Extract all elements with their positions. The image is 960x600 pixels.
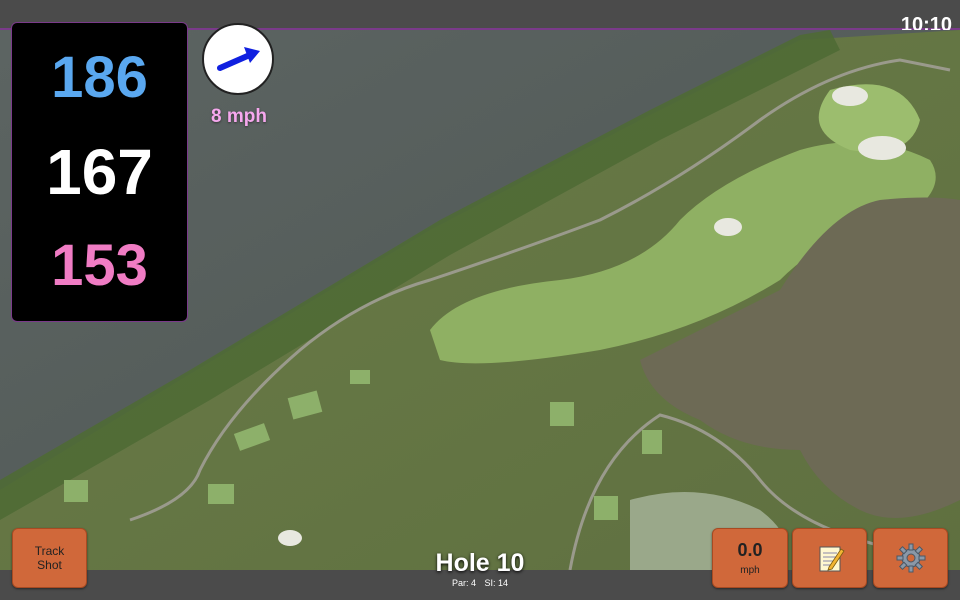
speed-button[interactable]: 0.0 mph	[712, 528, 788, 588]
hole-meta: Par: 4 SI: 14	[380, 578, 580, 588]
back-distance: 186	[51, 45, 148, 111]
gear-icon	[896, 543, 925, 573]
wind-direction-indicator	[202, 23, 274, 95]
hole-par: Par: 4	[451, 578, 476, 588]
hole-title: Hole 10	[435, 549, 525, 577]
speed-value: 0.0	[737, 540, 763, 560]
distance-panel: 186 167 153	[11, 22, 188, 322]
track-shot-button[interactable]: Track Shot	[12, 528, 87, 588]
speed-unit: mph	[740, 565, 760, 576]
middle-distance: 167	[46, 135, 153, 208]
notes-button[interactable]	[792, 528, 867, 588]
front-distance: 153	[51, 232, 148, 298]
wind-direction-arrow-icon	[217, 47, 260, 71]
track-shot-label-line1: Track	[34, 544, 65, 558]
settings-button[interactable]	[873, 528, 948, 588]
wind-speed: 8 mph	[211, 106, 267, 127]
hole-stroke-index: SI: 14	[484, 578, 509, 588]
notepad-icon	[819, 546, 845, 572]
track-shot-label-line2: Shot	[37, 558, 62, 572]
